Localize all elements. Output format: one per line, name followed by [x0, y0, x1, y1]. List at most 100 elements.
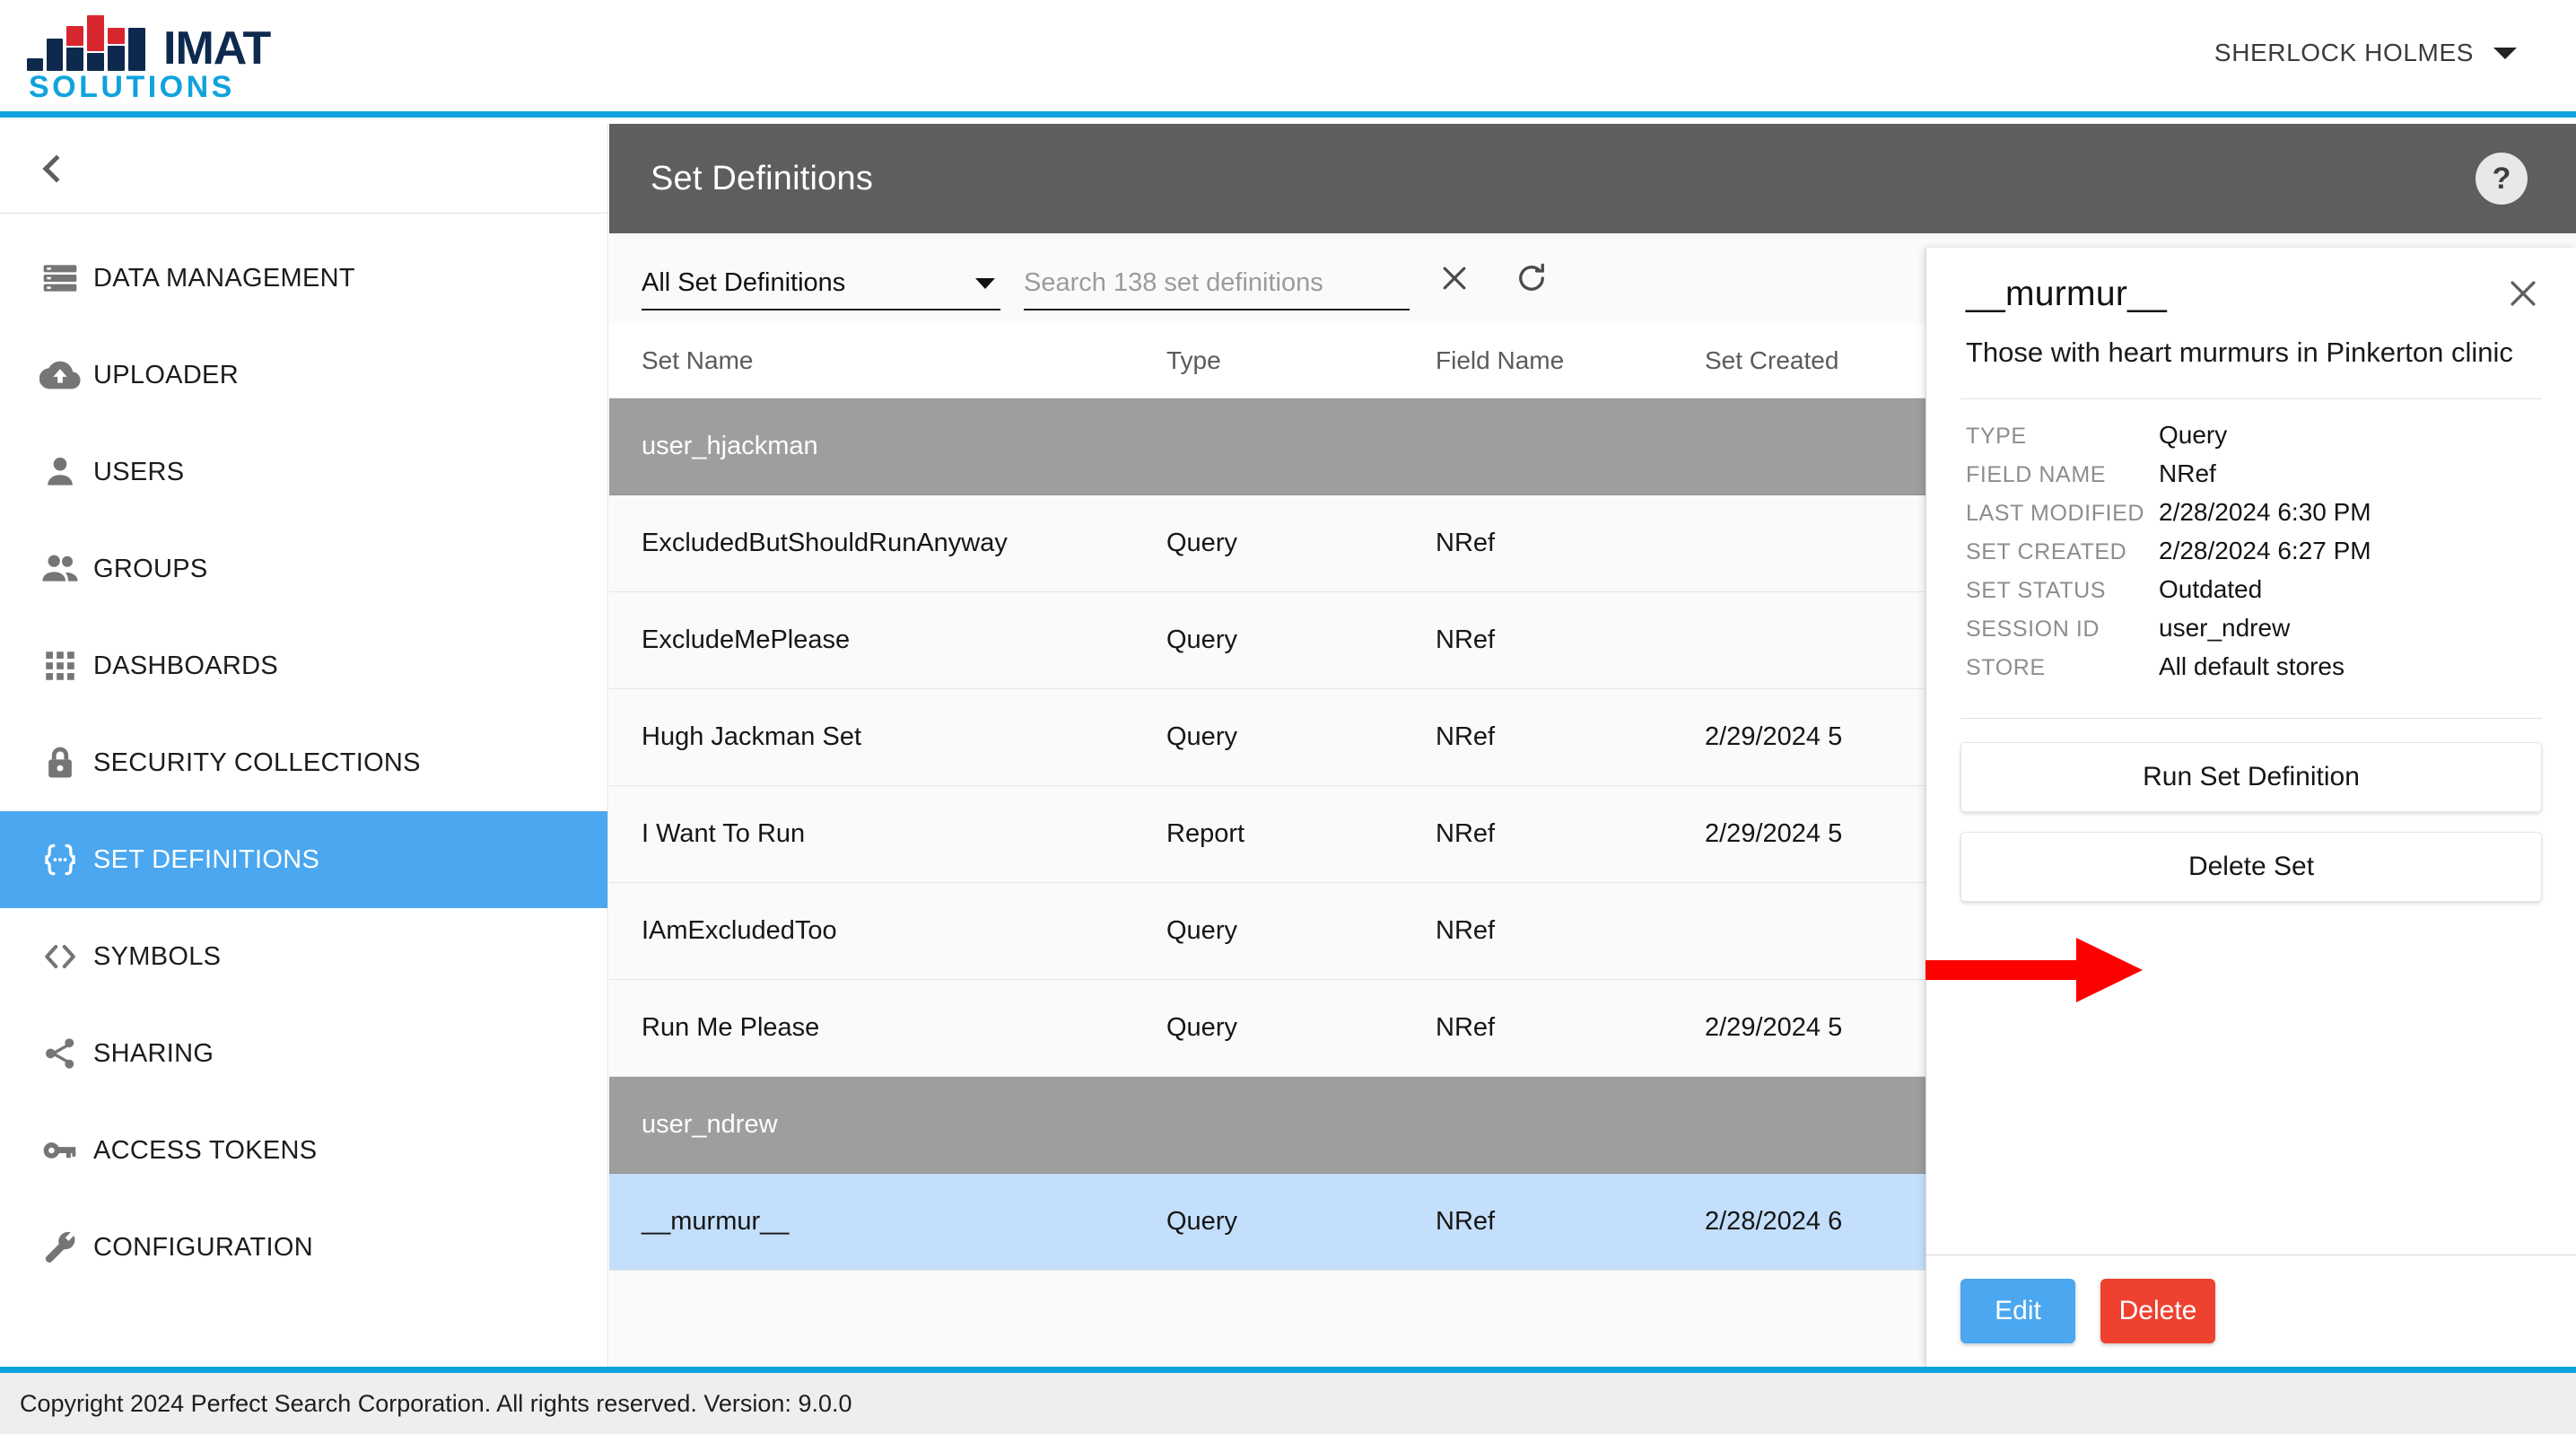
- clear-search-button[interactable]: [1422, 246, 1487, 310]
- cell-field-name: NRef: [1436, 819, 1496, 848]
- lock-icon: [27, 738, 93, 788]
- metadata-row: SET CREATED 2/28/2024 6:27 PM: [1966, 537, 2537, 575]
- delete-set-button[interactable]: Delete Set: [1960, 832, 2542, 902]
- detail-footer-actions: Edit Delete: [1926, 1255, 2576, 1367]
- metadata-row: STORE All default stores: [1966, 652, 2537, 691]
- cell-set-name: ExcludedButShouldRunAnyway: [642, 529, 1008, 557]
- logo-wordmark-secondary: SOLUTIONS: [29, 70, 235, 104]
- logo-bar-chart-icon: [27, 15, 160, 71]
- search-input[interactable]: [1024, 268, 1410, 298]
- cell-type: Query: [1166, 916, 1237, 945]
- sidebar-item-label: SECURITY COLLECTIONS: [93, 748, 421, 777]
- sidebar-item-label: SYMBOLS: [93, 941, 222, 971]
- metadata-value: 2/28/2024 6:27 PM: [2159, 537, 2371, 564]
- logo-wordmark-primary: IMAT: [163, 22, 271, 74]
- sidebar-item-label: ACCESS TOKENS: [93, 1135, 318, 1165]
- sidebar-item-symbols[interactable]: SYMBOLS: [0, 908, 607, 1005]
- sidebar-item-users[interactable]: USERS: [0, 424, 607, 520]
- cell-set-name: __murmur__: [642, 1207, 790, 1236]
- sidebar-item-label: GROUPS: [93, 554, 208, 583]
- share-icon: [27, 1028, 93, 1079]
- metadata-key: SESSION ID: [1966, 616, 2100, 642]
- cell-type: Query: [1166, 625, 1237, 654]
- sidebar-item-uploader[interactable]: UPLOADER: [0, 327, 607, 424]
- sidebar-item-groups[interactable]: GROUPS: [0, 520, 607, 617]
- footer-copyright-text: Copyright 2024 Perfect Search Corporatio…: [20, 1389, 852, 1417]
- metadata-key: FIELD NAME: [1966, 462, 2107, 487]
- people-icon: [27, 544, 93, 594]
- set-definition-detail-panel: __murmur__ Those with heart murmurs in P…: [1925, 248, 2576, 1367]
- wrench-icon: [27, 1222, 93, 1272]
- cell-field-name: NRef: [1436, 529, 1496, 557]
- refresh-button[interactable]: [1499, 246, 1564, 310]
- sidebar-nav-list: DATA MANAGEMENT UPLOADER USERS GROUPS DA…: [0, 214, 607, 1296]
- metadata-row: TYPE Query: [1966, 421, 2537, 459]
- storage-icon: [27, 253, 93, 303]
- cell-set-name: ExcludeMePlease: [642, 625, 851, 654]
- sidebar-item-security-collections[interactable]: SECURITY COLLECTIONS: [0, 714, 607, 811]
- page-title: Set Definitions: [651, 159, 874, 197]
- group-label: user_hjackman: [642, 432, 818, 460]
- sidebar-item-set-definitions[interactable]: SET DEFINITIONS: [0, 811, 607, 908]
- search-field-wrapper: [1024, 268, 1410, 310]
- arrow-head: [2076, 938, 2143, 1002]
- sidebar-item-configuration[interactable]: CONFIGURATION: [0, 1199, 607, 1296]
- sidebar-item-dashboards[interactable]: DASHBOARDS: [0, 617, 607, 714]
- sidebar-collapse-button[interactable]: [0, 124, 607, 214]
- sidebar-item-sharing[interactable]: SHARING: [0, 1005, 607, 1102]
- sidebar-item-label: SET DEFINITIONS: [93, 844, 320, 874]
- metadata-value: Query: [2159, 421, 2228, 449]
- page-footer: Copyright 2024 Perfect Search Corporatio…: [0, 1367, 2576, 1434]
- cell-field-name: NRef: [1436, 1207, 1496, 1236]
- sidebar-item-data-management[interactable]: DATA MANAGEMENT: [0, 230, 607, 327]
- cell-type: Query: [1166, 1207, 1237, 1236]
- sidebar-item-access-tokens[interactable]: ACCESS TOKENS: [0, 1102, 607, 1199]
- cell-set-name: Hugh Jackman Set: [642, 722, 862, 751]
- column-header-field-name[interactable]: Field Name: [1436, 346, 1705, 375]
- metadata-value: 2/28/2024 6:30 PM: [2159, 498, 2371, 526]
- sidebar-item-label: CONFIGURATION: [93, 1232, 314, 1262]
- column-header-set-name[interactable]: Set Name: [642, 346, 1166, 375]
- detail-title: __murmur__: [1966, 275, 2168, 313]
- help-icon-glyph: ?: [2492, 161, 2511, 196]
- metadata-key: SET STATUS: [1966, 578, 2107, 603]
- cell-type: Query: [1166, 529, 1237, 557]
- cell-set-name: IAmExcludedToo: [642, 916, 837, 945]
- chevron-left-icon: [42, 153, 71, 183]
- column-header-type[interactable]: Type: [1166, 346, 1436, 375]
- cell-type: Query: [1166, 722, 1237, 751]
- sidebar-item-label: DASHBOARDS: [93, 651, 279, 680]
- delete-button[interactable]: Delete: [2100, 1279, 2215, 1343]
- cloud-upload-icon: [27, 350, 93, 400]
- cell-field-name: NRef: [1436, 625, 1496, 654]
- help-icon[interactable]: ?: [2476, 153, 2528, 205]
- cell-field-name: NRef: [1436, 1013, 1496, 1042]
- metadata-row: SET STATUS Outdated: [1966, 575, 2537, 614]
- set-definition-filter-select[interactable]: All Set Definitions: [642, 268, 1000, 310]
- cell-type: Report: [1166, 819, 1245, 848]
- sidebar-item-label: DATA MANAGEMENT: [93, 263, 355, 293]
- imat-solutions-logo: IMAT SOLUTIONS: [27, 15, 278, 103]
- code-brackets-icon: [27, 931, 93, 982]
- metadata-key: SET CREATED: [1966, 539, 2127, 564]
- cell-field-name: NRef: [1436, 916, 1496, 945]
- metadata-value: All default stores: [2159, 652, 2345, 680]
- metadata-key: STORE: [1966, 655, 2046, 680]
- sidebar-item-label: SHARING: [93, 1038, 214, 1068]
- metadata-row: FIELD NAME NRef: [1966, 459, 2537, 498]
- cell-set-name: I Want To Run: [642, 819, 806, 848]
- metadata-value: NRef: [2159, 459, 2216, 487]
- run-set-definition-button[interactable]: Run Set Definition: [1960, 742, 2542, 812]
- chevron-down-icon: [2493, 47, 2517, 59]
- edit-button[interactable]: Edit: [1960, 1279, 2075, 1343]
- app-root: IMAT SOLUTIONS SHERLOCK HOLMES DATA MANA…: [0, 0, 2576, 1434]
- braces-icon: [27, 835, 93, 885]
- chevron-down-icon: [975, 277, 995, 289]
- detail-header: __murmur__: [1926, 248, 2576, 314]
- metadata-value: Outdated: [2159, 575, 2263, 603]
- user-menu[interactable]: SHERLOCK HOLMES: [2214, 39, 2517, 67]
- metadata-row: LAST MODIFIED 2/28/2024 6:30 PM: [1966, 498, 2537, 537]
- close-icon[interactable]: [2501, 271, 2545, 316]
- person-icon: [27, 447, 93, 497]
- detail-description: Those with heart murmurs in Pinkerton cl…: [1966, 337, 2513, 368]
